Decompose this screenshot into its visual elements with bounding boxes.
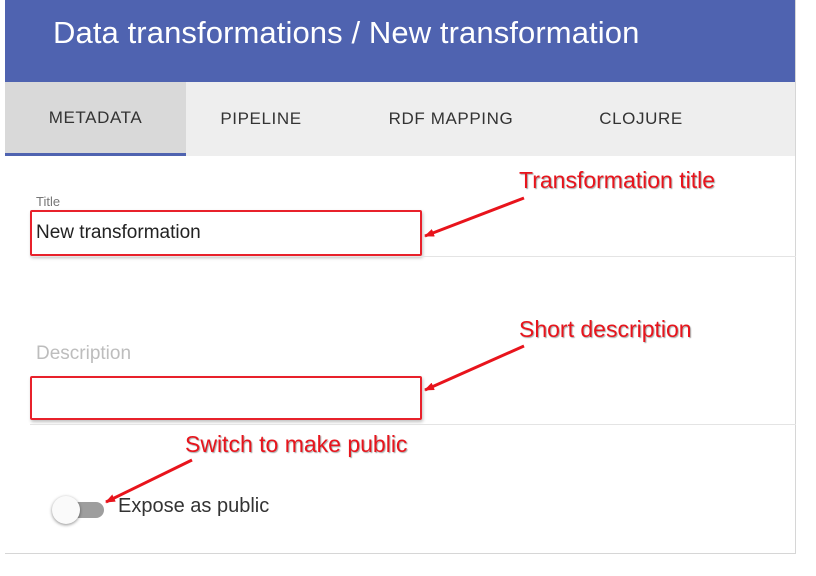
tab-rdf-mapping[interactable]: RDF MAPPING: [336, 82, 566, 156]
annotation-switch-public: Switch to make public: [185, 431, 408, 457]
title-field-label: Title: [36, 194, 61, 209]
annotation-transformation-title: Transformation title: [519, 167, 715, 193]
page-title: Data transformations / New transformatio…: [53, 15, 640, 50]
annotation-short-description: Short description: [519, 316, 692, 342]
public-toggle[interactable]: [52, 496, 106, 524]
tab-clojure[interactable]: CLOJURE: [566, 82, 716, 156]
description-input[interactable]: [30, 376, 422, 420]
divider: [30, 256, 796, 257]
title-input[interactable]: [30, 210, 422, 256]
app-header: Data transformations / New transformatio…: [5, 0, 795, 82]
divider: [30, 424, 796, 425]
tab-bar: METADATA PIPELINE RDF MAPPING CLOJURE: [5, 82, 795, 156]
tab-metadata[interactable]: METADATA: [5, 82, 186, 156]
tab-pipeline[interactable]: PIPELINE: [186, 82, 336, 156]
description-field-label: Description: [36, 343, 132, 364]
public-toggle-label: Expose as public: [118, 495, 270, 517]
page: Data transformations / New transformatio…: [0, 0, 816, 576]
toggle-thumb: [52, 496, 80, 524]
